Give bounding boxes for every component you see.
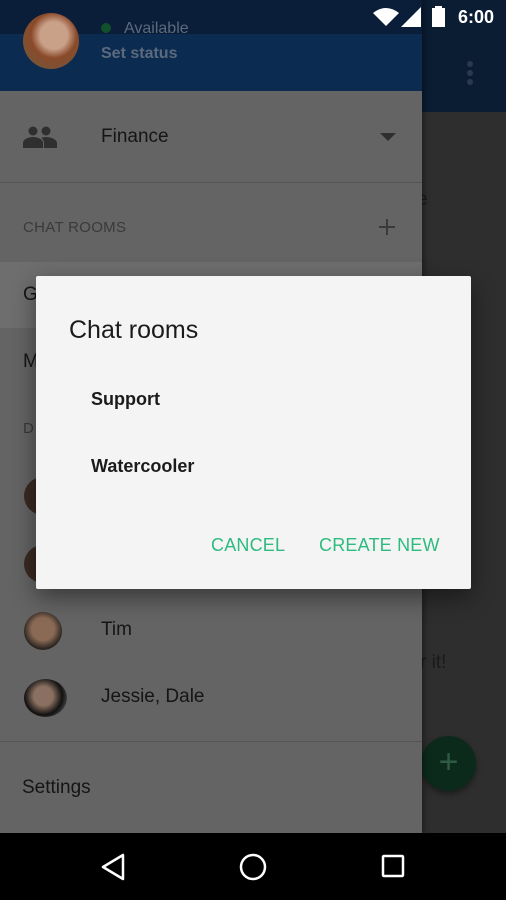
background-text: r it! <box>420 652 447 673</box>
chat-rooms-header: CHAT ROOMS <box>23 219 127 236</box>
signal-icon <box>401 7 421 27</box>
cancel-button[interactable]: CANCEL <box>211 535 285 556</box>
direct-messages-header: D <box>23 420 35 437</box>
set-status-link[interactable]: Set status <box>101 45 177 63</box>
home-icon[interactable] <box>239 853 267 881</box>
divider <box>0 741 422 742</box>
clock: 6:00 <box>457 7 494 27</box>
dialog-item-watercooler[interactable]: Watercooler <box>91 456 194 477</box>
battery-icon <box>432 6 445 27</box>
chat-rooms-dialog: Chat rooms Support Watercooler CANCEL CR… <box>36 276 471 589</box>
avatar <box>24 612 62 650</box>
dm-name: Tim <box>101 619 132 640</box>
settings-item[interactable]: Settings <box>22 777 91 799</box>
dm-name: Jessie, Dale <box>101 686 205 707</box>
divider <box>0 182 422 183</box>
create-new-button[interactable]: CREATE NEW <box>319 535 440 556</box>
status-bar: 6:00 <box>0 0 506 34</box>
account-switcher[interactable]: Finance <box>0 92 422 182</box>
account-name: Finance <box>101 126 169 147</box>
more-vert-icon[interactable] <box>466 60 474 86</box>
wifi-icon <box>373 8 399 26</box>
dropdown-arrow-icon <box>380 133 396 141</box>
back-icon[interactable] <box>100 853 126 881</box>
dialog-title: Chat rooms <box>69 316 199 344</box>
recents-icon[interactable] <box>381 854 405 878</box>
plus-icon: + <box>438 743 459 781</box>
dm-item-jessie-dale[interactable]: Jessie, Dale <box>0 664 422 730</box>
people-icon <box>23 126 57 148</box>
dialog-item-support[interactable]: Support <box>91 389 160 410</box>
avatar <box>24 679 67 717</box>
fab-add-button[interactable]: + <box>421 736 476 791</box>
add-chat-room-icon[interactable] <box>379 219 395 235</box>
navigation-bar <box>0 833 506 900</box>
dm-item-tim[interactable]: Tim <box>0 597 422 663</box>
